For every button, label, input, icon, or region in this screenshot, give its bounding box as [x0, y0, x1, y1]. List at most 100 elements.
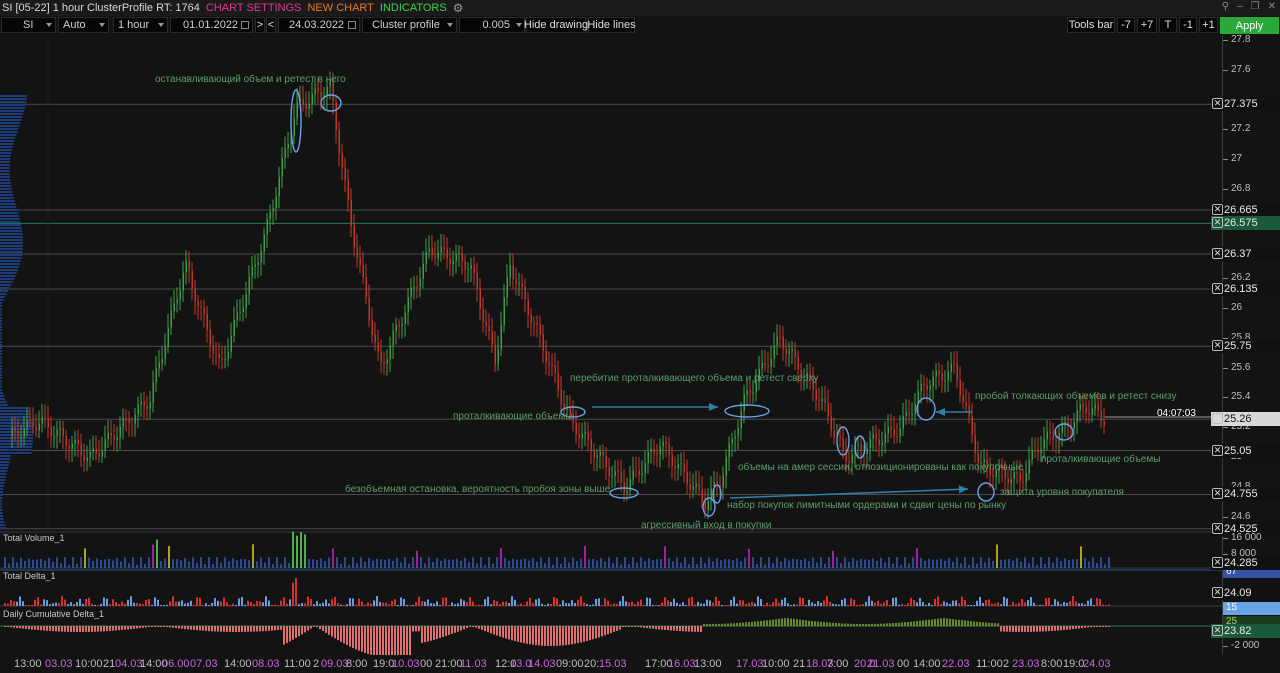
new-chart-menu[interactable]: NEW CHART [307, 2, 373, 14]
date-from-field[interactable]: 01.01.2022 [170, 17, 253, 33]
line-label[interactable]: ✕ 27.375 [1211, 97, 1280, 112]
cum-delta-bar [994, 623, 996, 626]
close-icon[interactable]: ✕ [1212, 444, 1223, 456]
delta-bar [742, 600, 744, 606]
cum-delta-bar [727, 623, 729, 626]
line-label[interactable]: ✕ 26.37 [1211, 246, 1280, 261]
line-label[interactable]: ✕ 26.135 [1211, 281, 1280, 296]
volume-bar [600, 558, 602, 568]
close-icon[interactable]: ✕ [1212, 98, 1223, 110]
candle-body [560, 389, 562, 404]
price-axis[interactable]: 27.8 27.6 27.2 27 26.8 26.2 26 25.8 25.6 25.4 25.2… [1211, 34, 1280, 655]
next-button[interactable]: > [255, 17, 265, 33]
minus1-button[interactable]: -1 [1179, 17, 1197, 33]
hide-lines-button[interactable]: Hide lines [587, 17, 636, 33]
volume-profile-bar [0, 482, 5, 484]
plus7-button[interactable]: +7 [1137, 17, 1157, 33]
close-icon[interactable]: ✕ [1212, 413, 1223, 425]
candle-body [956, 364, 958, 380]
line-label-2382[interactable]: ✕ 23.82 [1211, 624, 1280, 638]
volume-profile-bar [0, 518, 4, 520]
timeframe-select[interactable]: 1 hour [113, 17, 168, 33]
cum-delta-bar [1099, 626, 1101, 627]
delta-bar [433, 603, 435, 606]
volume-bar [84, 548, 86, 568]
volume-bar [1056, 557, 1058, 568]
candle-body [896, 436, 898, 438]
calendar-icon[interactable] [348, 21, 356, 29]
close-icon[interactable]: ✕ [1212, 488, 1223, 500]
line-label[interactable]: ✕ 25.26 [1211, 412, 1280, 427]
close-icon[interactable]: ✕ [1212, 282, 1223, 294]
volume-bar [440, 560, 442, 568]
volume-profile-bar [0, 413, 31, 415]
symbol-select[interactable]: SI [1, 17, 56, 33]
candle-body [224, 358, 226, 360]
close-icon[interactable]: ✕ [1212, 587, 1223, 598]
line-label[interactable]: ✕ 25.05 [1211, 443, 1280, 458]
chart-type-value: Cluster profile [372, 19, 440, 31]
price-chart[interactable] [0, 35, 1222, 655]
tools-bar-button[interactable]: Tools bar [1067, 17, 1115, 33]
cum-delta-bar [64, 626, 66, 632]
time-axis[interactable]: 13:00 03.03 10:00 21 04.03 14:00 06.00 07.03 14:… [0, 655, 1222, 673]
line-label-24285[interactable]: ✕ 24.285 [1211, 556, 1280, 570]
candle-body [554, 365, 556, 374]
volume-profile-bar [0, 248, 23, 250]
cum-delta-bar [109, 626, 111, 631]
chart-settings-menu[interactable]: CHART SETTINGS [206, 2, 302, 14]
volume-profile-bar [0, 329, 2, 331]
cum-delta-bar [445, 626, 447, 637]
candle-body [185, 260, 187, 273]
candle-body [698, 483, 700, 490]
line-label[interactable]: ✕ 26.575 [1211, 216, 1280, 231]
line-label[interactable]: ✕ 26.665 [1211, 203, 1280, 218]
delta-bar [1084, 604, 1086, 606]
close-icon[interactable]: ✕ [1212, 247, 1223, 259]
candle-body [539, 324, 541, 335]
chart-area[interactable]: останавливающий объем и ретест в него пе… [0, 35, 1222, 655]
line-label-2409[interactable]: ✕ 24.09 [1211, 586, 1280, 600]
chart-type-select[interactable]: Cluster profile [362, 17, 457, 33]
step-field[interactable]: 0.005 [459, 17, 525, 33]
candle-body [161, 358, 163, 364]
gear-icon[interactable]: ⚙ [453, 1, 464, 15]
calendar-icon[interactable] [241, 21, 249, 29]
close-icon[interactable]: ✕ [1212, 204, 1223, 216]
time-axis-time: 00 [897, 658, 910, 670]
candle-body [452, 261, 454, 265]
line-label[interactable]: ✕ 25.75 [1211, 339, 1280, 354]
delta-bar [448, 605, 450, 606]
pin-icon[interactable]: ⚲ [1222, 1, 1229, 12]
minimize-icon[interactable]: – [1237, 1, 1243, 12]
candle-body [1007, 478, 1009, 484]
restore-icon[interactable]: ❐ [1251, 1, 1260, 12]
date-to-field[interactable]: 24.03.2022 [278, 17, 360, 33]
delta-bar [25, 605, 27, 606]
volume-profile-bar [0, 203, 16, 205]
plus1-button[interactable]: +1 [1199, 17, 1218, 33]
delta-bar [823, 600, 825, 606]
indicators-menu[interactable]: INDICATORS [380, 2, 447, 14]
volume-bar [116, 558, 118, 568]
close-icon[interactable]: ✕ [1268, 1, 1276, 12]
apply-button[interactable]: Apply [1220, 17, 1279, 34]
close-icon[interactable]: ✕ [1212, 340, 1223, 352]
mode-select[interactable]: Auto [58, 17, 109, 33]
volume-profile-bar [0, 107, 25, 109]
close-icon[interactable]: ✕ [1212, 557, 1223, 568]
line-label[interactable]: ✕ 24.755 [1211, 487, 1280, 502]
cum-delta-bar [268, 626, 270, 631]
hide-drawing-button[interactable]: Hide drawing [524, 17, 588, 33]
volume-bar [272, 564, 274, 568]
close-icon[interactable]: ✕ [1212, 522, 1223, 534]
prev-button[interactable]: < [266, 17, 276, 33]
volume-bar [292, 531, 294, 568]
volume-profile-bar [0, 122, 21, 124]
t-button[interactable]: T [1159, 17, 1177, 33]
close-icon[interactable]: ✕ [1212, 217, 1223, 229]
close-icon[interactable]: ✕ [1212, 625, 1223, 636]
candle-body [992, 474, 994, 477]
time-axis-date: 03.03 [45, 658, 73, 670]
minus7-button[interactable]: -7 [1117, 17, 1135, 33]
